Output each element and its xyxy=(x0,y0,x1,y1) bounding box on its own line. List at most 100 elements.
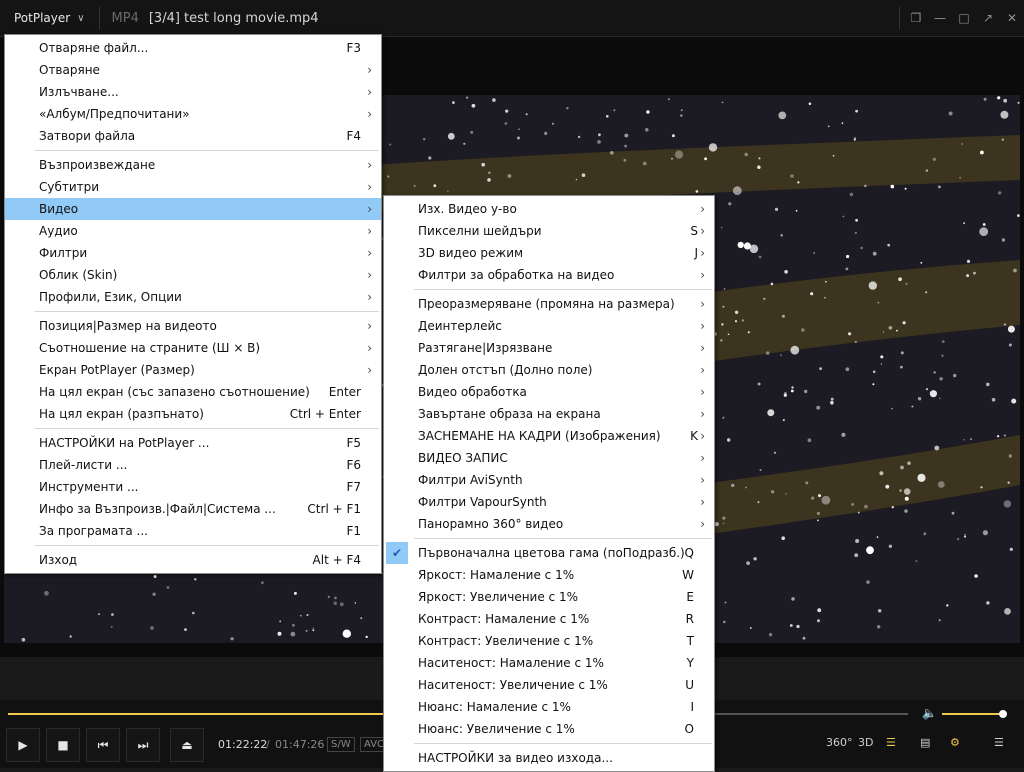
menu-item[interactable]: Филтри › xyxy=(5,242,381,264)
time-separator: / xyxy=(266,738,270,751)
menu-separator xyxy=(414,538,712,539)
volume-slider[interactable] xyxy=(942,710,1007,718)
submenu-item[interactable]: ✔ Първоначална цветова гама (поПодразб.) Q xyxy=(384,542,714,564)
menu-separator xyxy=(414,289,712,290)
chevron-right-icon: › xyxy=(700,517,705,531)
shortcut-label: Y xyxy=(686,656,694,670)
menu-item[interactable]: Позиция|Размер на видеото › xyxy=(5,315,381,337)
shortcut-label: Ctrl + F1 xyxy=(307,502,361,516)
eject-button[interactable]: ⏏ xyxy=(170,728,204,762)
submenu-item-label: Филтри за обработка на видео xyxy=(418,268,615,282)
submenu-item[interactable]: Наситеност: Намаление с 1% Y xyxy=(384,652,714,674)
shortcut-label: K xyxy=(690,429,698,443)
menu-item[interactable]: Облик (Skin) › xyxy=(5,264,381,286)
chevron-right-icon: › xyxy=(367,319,372,333)
minimize-icon[interactable]: — xyxy=(928,11,952,25)
menu-item-label: Отваряне файл... xyxy=(39,41,149,55)
submenu-item[interactable]: Контраст: Намаление с 1% R xyxy=(384,608,714,630)
stop-button[interactable]: ■ xyxy=(46,728,80,762)
menu-item[interactable]: Инструменти ... F7 xyxy=(5,476,381,498)
menu-item[interactable]: На цял екран (разпънато) Ctrl + Enter xyxy=(5,403,381,425)
menu-item[interactable]: Отваряне файл... F3 xyxy=(5,37,381,59)
menu-item[interactable]: Възпроизвеждане › xyxy=(5,154,381,176)
submenu-item[interactable]: Панорамно 360° видео › xyxy=(384,513,714,535)
submenu-item-label: Деинтерлейс xyxy=(418,319,502,333)
pin-icon[interactable]: ❒ xyxy=(904,11,928,25)
submenu-item[interactable]: Нюанс: Увеличение с 1% O xyxy=(384,718,714,740)
submenu-item[interactable]: НАСТРОЙКИ за видео изхода... xyxy=(384,747,714,769)
submenu-item[interactable]: Долен отстъп (Долно поле) › xyxy=(384,359,714,381)
shortcut-label: F3 xyxy=(346,41,361,55)
submenu-item[interactable]: Яркост: Намаление с 1% W xyxy=(384,564,714,586)
menu-item[interactable]: Профили, Език, Опции › xyxy=(5,286,381,308)
menu-item[interactable]: Съотношение на страните (Ш × В) › xyxy=(5,337,381,359)
menu-item[interactable]: Отваряне › xyxy=(5,59,381,81)
menu-item[interactable]: Аудио › xyxy=(5,220,381,242)
gear-icon[interactable]: ⚙ xyxy=(950,736,960,749)
submenu-item[interactable]: Наситеност: Увеличение с 1% U xyxy=(384,674,714,696)
submenu-item[interactable]: Пикселни шейдъри S › xyxy=(384,220,714,242)
vr-360-button[interactable]: 360° xyxy=(826,736,853,749)
app-menu-button[interactable]: PotPlayer ∨ xyxy=(0,0,95,36)
submenu-item-label: Наситеност: Намаление с 1% xyxy=(418,656,604,670)
shortcut-label: U xyxy=(685,678,694,692)
submenu-item-label: Яркост: Увеличение с 1% xyxy=(418,590,578,604)
menu-item-label: Позиция|Размер на видеото xyxy=(39,319,217,333)
submenu-item[interactable]: ВИДЕО ЗАПИС › xyxy=(384,447,714,469)
menu-item[interactable]: «Албум/Предпочитани» › xyxy=(5,103,381,125)
menu-item-label: Инструменти ... xyxy=(39,480,139,494)
menu-item[interactable]: Екран PotPlayer (Размер) › xyxy=(5,359,381,381)
3d-button[interactable]: 3D xyxy=(858,736,873,749)
next-icon: ⏭ xyxy=(137,737,149,752)
playlist-search-icon[interactable]: ☰ xyxy=(886,736,896,749)
fullscreen-icon[interactable]: ↗ xyxy=(976,11,1000,25)
menu-item-label: Облик (Skin) xyxy=(39,268,118,282)
chevron-right-icon: › xyxy=(700,202,705,216)
menu-item[interactable]: На цял екран (със запазено съотношение) E… xyxy=(5,381,381,403)
shortcut-label: F5 xyxy=(346,436,361,450)
submenu-item[interactable]: Изх. Видео у-во › xyxy=(384,198,714,220)
submenu-item[interactable]: Преоразмеряване (промяна на размера) › xyxy=(384,293,714,315)
submenu-item-label: Долен отстъп (Долно поле) xyxy=(418,363,593,377)
menu-item[interactable]: Затвори файла F4 xyxy=(5,125,381,147)
menu-icon[interactable]: ☰ xyxy=(994,736,1004,749)
menu-item[interactable]: Излъчване... › xyxy=(5,81,381,103)
main-context-menu: Отваряне файл... F3 Отваряне › Излъчване... ›… xyxy=(4,34,382,574)
menu-item[interactable]: Плей-листи ... F6 xyxy=(5,454,381,476)
menu-item[interactable]: Инфо за Възпроизв.|Файл|Система ... Ctrl … xyxy=(5,498,381,520)
submenu-item[interactable]: 3D видео режим J › xyxy=(384,242,714,264)
shortcut-label: F4 xyxy=(346,129,361,143)
volume-knob[interactable] xyxy=(998,710,1007,718)
menu-item-label: Аудио xyxy=(39,224,78,238)
submenu-item[interactable]: Видео обработка › xyxy=(384,381,714,403)
next-button[interactable]: ⏭ xyxy=(126,728,160,762)
menu-item[interactable]: НАСТРОЙКИ на PotPlayer ... F5 xyxy=(5,432,381,454)
close-icon[interactable]: ✕ xyxy=(1000,11,1024,25)
speaker-icon[interactable]: 🔈 xyxy=(922,706,937,720)
submenu-item-label: Преоразмеряване (промяна на размера) xyxy=(418,297,675,311)
shortcut-label: F6 xyxy=(346,458,361,472)
sw-badge[interactable]: S/W xyxy=(327,737,355,752)
menu-item[interactable]: За програмата ... F1 xyxy=(5,520,381,542)
submenu-item[interactable]: Разтягане|Изрязване › xyxy=(384,337,714,359)
menu-item[interactable]: Изход Alt + F4 xyxy=(5,549,381,571)
menu-item[interactable]: Видео › xyxy=(5,198,381,220)
submenu-item[interactable]: Нюанс: Намаление с 1% I xyxy=(384,696,714,718)
submenu-item[interactable]: ЗАСНЕМАНЕ НА КАДРИ (Изображения) K › xyxy=(384,425,714,447)
menu-item[interactable]: Субтитри › xyxy=(5,176,381,198)
submenu-item[interactable]: Завъртане образа на екрана › xyxy=(384,403,714,425)
submenu-item[interactable]: Деинтерлейс › xyxy=(384,315,714,337)
chevron-right-icon: › xyxy=(700,224,705,238)
submenu-item[interactable]: Филтри VapourSynth › xyxy=(384,491,714,513)
play-button[interactable]: ▶ xyxy=(6,728,40,762)
submenu-item[interactable]: Яркост: Увеличение с 1% E xyxy=(384,586,714,608)
submenu-item[interactable]: Филтри AviSynth › xyxy=(384,469,714,491)
shortcut-label: O xyxy=(684,722,694,736)
menu-item-label: Филтри xyxy=(39,246,88,260)
chapters-icon[interactable]: ▤ xyxy=(920,736,930,749)
maximize-icon[interactable]: □ xyxy=(952,11,976,25)
submenu-item[interactable]: Контраст: Увеличение с 1% T xyxy=(384,630,714,652)
previous-button[interactable]: ⏮ xyxy=(86,728,120,762)
submenu-item[interactable]: Филтри за обработка на видео › xyxy=(384,264,714,286)
shortcut-label: W xyxy=(682,568,694,582)
